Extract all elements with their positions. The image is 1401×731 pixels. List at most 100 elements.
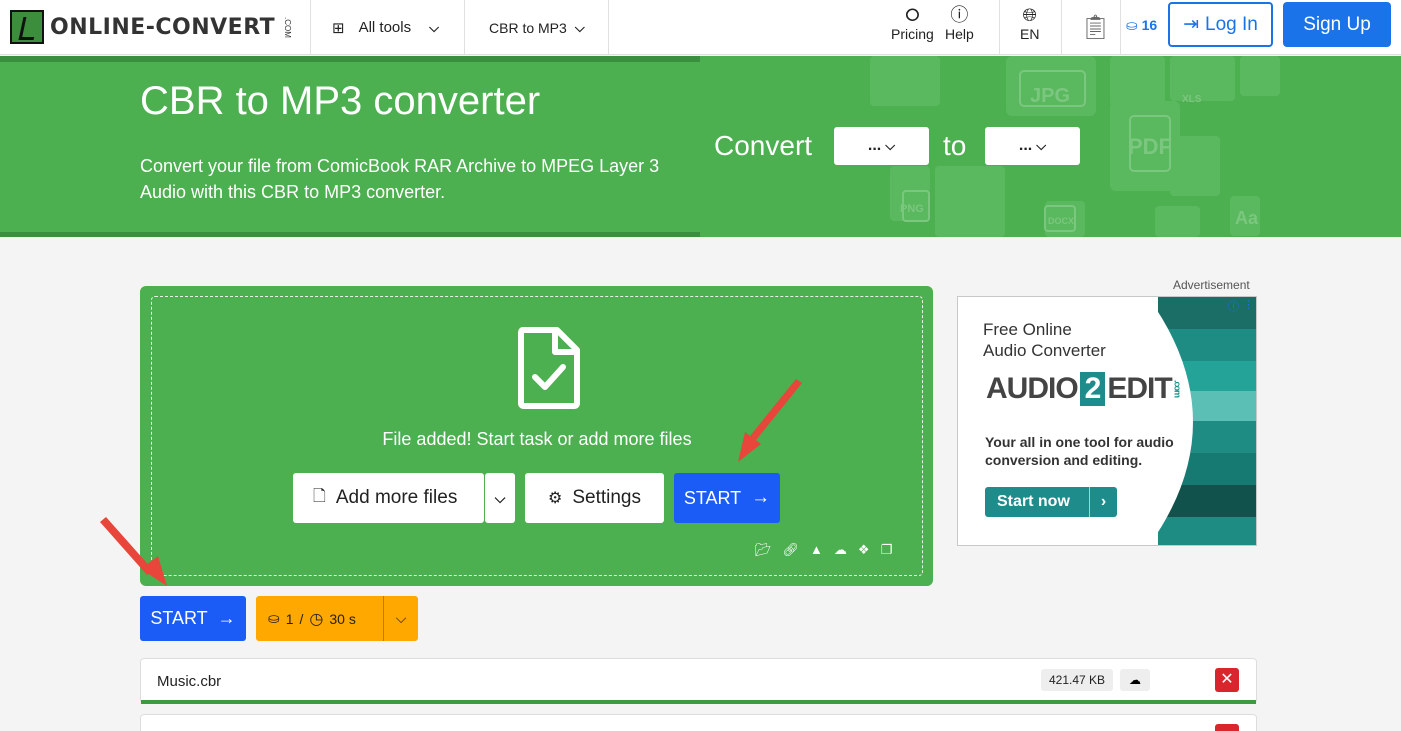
globe-icon: 🌐︎ bbox=[1022, 5, 1037, 25]
nav-divider bbox=[310, 0, 311, 55]
chevron-down-icon: ⌵ bbox=[429, 19, 439, 35]
ad-cta-button[interactable]: Start now › bbox=[985, 487, 1117, 517]
start-label: START bbox=[683, 487, 742, 508]
convert-label: Convert bbox=[714, 130, 813, 161]
settings-button[interactable]: ⚙ Settings bbox=[525, 473, 664, 523]
ad-info[interactable]: ⓘ ⋮ bbox=[1228, 298, 1254, 314]
chevron-down-icon: ⌵ bbox=[885, 138, 896, 153]
more-options-icon[interactable]: ⋮ bbox=[1243, 298, 1254, 314]
dropzone-border: File added! Start task or add more files… bbox=[151, 296, 923, 576]
coins-icon: ⛀ bbox=[1126, 17, 1138, 33]
coins-icon: ⛀ bbox=[268, 610, 280, 626]
credits-value: 16 bbox=[1141, 17, 1158, 33]
all-tools-label: All tools bbox=[358, 19, 412, 36]
sign-in-icon: ⇥ bbox=[1183, 14, 1200, 35]
nav-divider bbox=[608, 0, 609, 55]
pricing-link[interactable]: ⭘ Pricing bbox=[891, 4, 934, 42]
logo-mark-icon bbox=[10, 10, 44, 44]
chevron-down-icon: ⌵ bbox=[1036, 138, 1047, 153]
target-format-select[interactable]: ... ⌵ bbox=[985, 127, 1080, 165]
history-button[interactable]: 📋︎ bbox=[1080, 0, 1110, 55]
nav-divider bbox=[999, 0, 1000, 55]
page-title: CBR to MP3 converter bbox=[140, 79, 541, 123]
login-label: Log In bbox=[1205, 13, 1258, 35]
signup-button[interactable]: Sign Up bbox=[1283, 2, 1391, 47]
start-button-primary[interactable]: START → bbox=[674, 473, 780, 523]
link-icon[interactable]: 🔗︎ bbox=[783, 542, 800, 558]
dropbox-icon[interactable]: ❖ bbox=[858, 542, 870, 558]
language-label: EN bbox=[1020, 26, 1040, 42]
credit-cost: 1 bbox=[285, 610, 294, 627]
ad-brand-part-b: EDIT bbox=[1107, 372, 1172, 405]
ad-headline-line-2: Audio Converter bbox=[983, 341, 1106, 360]
clipboard-icon[interactable]: ❐ bbox=[881, 542, 893, 558]
ad-headline-line-1: Free Online bbox=[983, 320, 1072, 339]
upload-status-text: File added! Start task or add more files bbox=[382, 429, 692, 449]
source-format-select[interactable]: ... ⌵ bbox=[834, 127, 929, 165]
language-selector[interactable]: 🌐︎ EN bbox=[1020, 4, 1039, 42]
remove-file-button[interactable]: ✕ bbox=[1215, 668, 1239, 692]
converter-menu-label: CBR to MP3 bbox=[489, 19, 567, 36]
upload-sources: 📂︎ 🔗︎ ▲ ☁ ❖ ❐ bbox=[755, 542, 892, 558]
file-name: Music.cbr bbox=[157, 673, 222, 690]
info-icon[interactable]: ⓘ bbox=[1228, 298, 1239, 314]
svg-text:Aa: Aa bbox=[1235, 208, 1259, 228]
cost-indicator[interactable]: ⛀ 1 / ◷ 30 s ⌵ bbox=[256, 596, 418, 641]
chevron-down-icon: ⌵ bbox=[494, 489, 506, 506]
ad-brand-part-a: AUDIO bbox=[986, 372, 1079, 405]
ad-description: Your all in one tool for audio conversio… bbox=[985, 434, 1174, 468]
start-button-secondary[interactable]: START → bbox=[140, 596, 246, 641]
login-button[interactable]: ⇥ Log In bbox=[1168, 2, 1273, 47]
ad-headline: Free Online Audio Converter bbox=[983, 319, 1106, 361]
converter-menu[interactable]: CBR to MP3 ⌵ bbox=[489, 0, 585, 55]
clipboard-clock-icon: 📋︎ bbox=[1080, 14, 1111, 41]
add-more-files-button[interactable]: 🗋︎ Add more files bbox=[293, 473, 484, 523]
hero-banner: JPG PDF PNG DOCX XLS Aa CBR to MP3 conve… bbox=[0, 56, 1401, 237]
chevron-down-icon[interactable]: ⌵ bbox=[384, 610, 418, 627]
google-drive-icon[interactable]: ▲ bbox=[810, 542, 823, 558]
file-plus-icon: 🗋︎ bbox=[313, 487, 326, 505]
upload-dropzone[interactable]: File added! Start task or add more files… bbox=[140, 286, 933, 586]
svg-text:XLS: XLS bbox=[1182, 94, 1202, 105]
settings-label: Settings bbox=[572, 487, 641, 508]
hero-top-strip bbox=[0, 56, 700, 62]
advertisement-banner[interactable]: ⓘ ⋮ Free Online Audio Converter AUDIO 2 … bbox=[957, 296, 1257, 546]
cost-separator: / bbox=[299, 610, 304, 627]
upload-progress-bar bbox=[141, 700, 1256, 704]
signup-label: Sign Up bbox=[1303, 13, 1371, 35]
source-format-value: ... bbox=[867, 137, 882, 154]
cost-summary: ⛀ 1 / ◷ 30 s bbox=[256, 596, 384, 641]
file-check-icon bbox=[518, 327, 580, 409]
start-label: START bbox=[150, 608, 208, 628]
ad-brand-part-2: 2 bbox=[1079, 372, 1106, 406]
onedrive-icon[interactable]: ☁ bbox=[834, 542, 847, 558]
nav-divider bbox=[1120, 0, 1121, 55]
site-logo[interactable]: ONLINE-CONVERT .COM bbox=[10, 10, 292, 44]
arrow-right-icon: → bbox=[751, 487, 771, 508]
nav-divider bbox=[1061, 0, 1062, 55]
all-tools-menu[interactable]: ⊞ All tools ⌵ bbox=[332, 0, 439, 55]
to-label: to bbox=[943, 130, 967, 161]
tag-icon: ⭘ bbox=[905, 5, 920, 25]
remove-file-button[interactable] bbox=[1215, 724, 1239, 731]
target-format-value: ... bbox=[1018, 137, 1033, 154]
advertisement-label: Advertisement bbox=[1173, 278, 1250, 292]
svg-text:PNG: PNG bbox=[900, 203, 924, 215]
nav-divider bbox=[464, 0, 465, 55]
ad-brand-com: .com bbox=[1172, 380, 1183, 398]
chevron-down-icon: ⌵ bbox=[574, 19, 585, 35]
chevron-right-icon: › bbox=[1089, 487, 1117, 517]
add-files-dropdown-button[interactable]: ⌵ bbox=[485, 473, 515, 523]
top-navbar: ONLINE-CONVERT .COM ⊞ All tools ⌵ CBR to… bbox=[0, 0, 1401, 55]
cloud-upload-icon[interactable]: ☁ bbox=[1120, 669, 1150, 691]
logo-text: ONLINE-CONVERT bbox=[50, 14, 276, 40]
help-link[interactable]: ⓘ Help bbox=[945, 4, 974, 42]
file-row bbox=[140, 714, 1257, 731]
svg-text:PDF: PDF bbox=[1128, 134, 1172, 159]
credits-counter[interactable]: ⛀ 16 bbox=[1126, 17, 1157, 34]
folder-icon[interactable]: 📂︎ bbox=[755, 542, 772, 558]
file-row: Music.cbr 421.47 KB ☁ ✕ bbox=[140, 658, 1257, 704]
gears-icon: ⚙ bbox=[548, 490, 563, 507]
ad-cta-label: Start now bbox=[997, 493, 1070, 510]
pricing-label: Pricing bbox=[891, 26, 934, 42]
